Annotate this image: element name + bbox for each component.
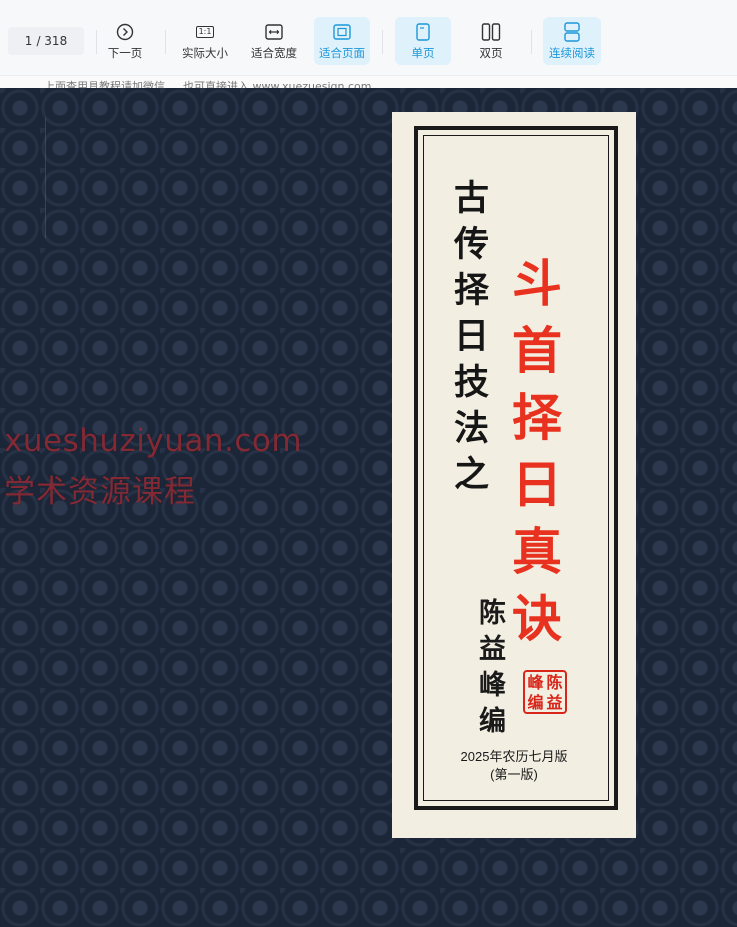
single-page-icon xyxy=(415,22,431,42)
continuous-read-label: 连续阅读 xyxy=(549,45,595,60)
double-page-icon xyxy=(481,22,501,42)
fit-width-label: 适合宽度 xyxy=(251,45,297,60)
fit-page-icon xyxy=(333,22,351,42)
author-seal-stamp: 峰 陈 编 益 xyxy=(523,670,567,714)
subtitle-char: 传 xyxy=(454,224,490,265)
seal-char: 峰 xyxy=(527,673,544,692)
decorative-line xyxy=(45,118,46,238)
actual-size-button[interactable]: 1:1 实际大小 xyxy=(176,17,234,65)
subtitle-char: 择 xyxy=(454,270,490,311)
author-char: 编 xyxy=(479,706,506,737)
continuous-scroll-icon xyxy=(563,21,581,42)
viewer-toolbar: 1 / 318 下一页 1:1 实际大小 适合宽度 适合页面 单页 双页 连续阅… xyxy=(0,0,737,76)
page-current[interactable]: 1 xyxy=(25,34,33,48)
cover-main-title: 斗 首 择 日 真 诀 xyxy=(512,250,562,652)
watermark-text: 学术资源课程 xyxy=(4,474,196,510)
toolbar-divider xyxy=(96,30,97,54)
subtitle-char: 法 xyxy=(454,408,490,449)
continuous-read-button[interactable]: 连续阅读 xyxy=(543,17,601,65)
title-char: 日 xyxy=(512,455,562,514)
actual-size-label: 实际大小 xyxy=(182,45,228,60)
next-page-label: 下一页 xyxy=(107,45,143,60)
cover-title-label: 古 传 择 日 技 法 之 斗 首 择 日 真 诀 陈 益 峰 编 峰 陈 编 … xyxy=(392,112,636,838)
subtitle-char: 之 xyxy=(454,454,490,495)
subtitle-char: 古 xyxy=(454,178,490,219)
seal-char: 陈 xyxy=(546,673,563,692)
title-char: 首 xyxy=(512,321,562,380)
author-char: 峰 xyxy=(479,670,506,701)
fit-width-button[interactable]: 适合宽度 xyxy=(245,17,303,65)
author-char: 陈 xyxy=(479,598,506,629)
page-number-box[interactable]: 1 / 318 xyxy=(8,27,84,55)
seal-char: 编 xyxy=(527,693,544,712)
toolbar-divider xyxy=(531,30,532,54)
title-char: 斗 xyxy=(512,254,562,313)
title-char: 择 xyxy=(512,388,562,447)
actual-size-icon: 1:1 xyxy=(195,22,215,42)
seal-char: 益 xyxy=(546,693,563,712)
double-page-button[interactable]: 双页 xyxy=(463,17,519,65)
watermark-url: xueshuziyuan.com xyxy=(4,423,303,459)
subtitle-char: 日 xyxy=(454,316,490,357)
page-total: / 318 xyxy=(36,34,68,48)
cover-subtitle: 古 传 择 日 技 法 之 xyxy=(454,176,489,498)
title-char: 真 xyxy=(512,522,562,581)
actual-size-icon-text: 1:1 xyxy=(195,25,215,38)
subtitle-char: 技 xyxy=(454,362,490,403)
notice-strip: 上面查用具教程请加微信 … 也可直接进入 www.xuezuesiqn.com xyxy=(0,76,737,88)
edition-line: 2025年农历七月版 xyxy=(460,749,568,764)
edition-number: (第一版) xyxy=(490,767,538,782)
chevron-right-circle-icon xyxy=(116,22,134,42)
next-page-button[interactable]: 下一页 xyxy=(100,17,150,65)
fit-page-label: 适合页面 xyxy=(319,45,365,60)
toolbar-divider xyxy=(165,30,166,54)
notice-text: 上面查用具教程请加微信 … 也可直接进入 www.xuezuesiqn.com xyxy=(44,80,372,88)
toolbar-divider xyxy=(382,30,383,54)
fit-width-icon xyxy=(265,22,283,42)
single-page-label: 单页 xyxy=(411,45,435,60)
double-page-label: 双页 xyxy=(479,45,503,60)
cover-author: 陈 益 峰 编 xyxy=(479,596,506,740)
fit-page-button[interactable]: 适合页面 xyxy=(314,17,370,65)
title-char: 诀 xyxy=(512,589,562,648)
document-page-cover[interactable]: xueshuziyuan.com 学术资源课程 古 传 择 日 技 法 之 斗 … xyxy=(0,88,737,927)
single-page-button[interactable]: 单页 xyxy=(395,17,451,65)
author-char: 益 xyxy=(479,634,506,665)
